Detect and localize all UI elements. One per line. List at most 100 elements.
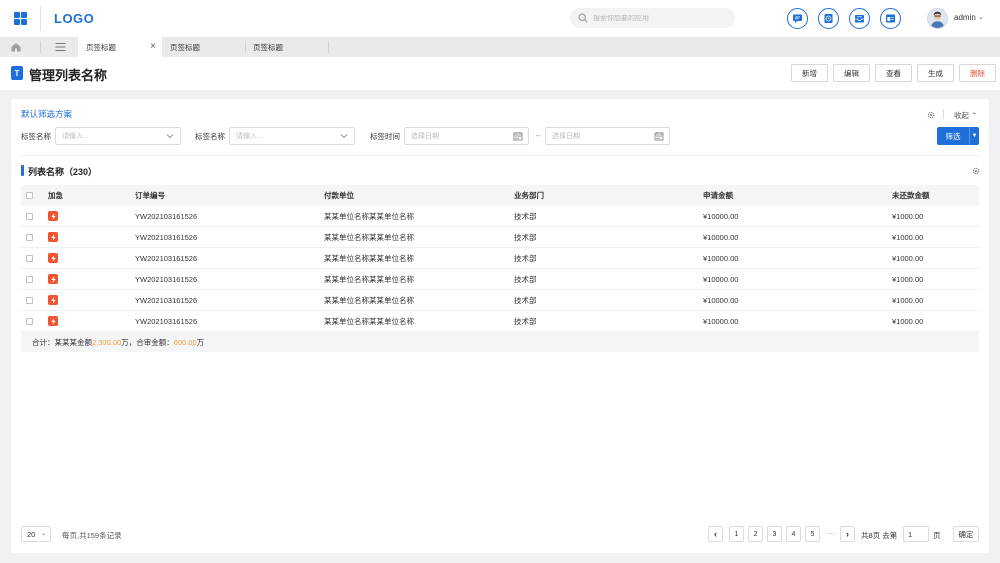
- page-button[interactable]: 1: [729, 526, 744, 542]
- table-cell-payer: 某某单位名称某某单位名称: [324, 253, 414, 263]
- edit-button[interactable]: 编辑: [833, 64, 870, 82]
- table-cell-order: YW202103161526: [135, 274, 198, 284]
- view-button[interactable]: 查看: [875, 64, 912, 82]
- gear-icon[interactable]: [972, 167, 980, 175]
- column-header: 付款单位: [324, 190, 354, 200]
- table-row[interactable]: YW202103161526 某某单位名称某某单位名称 技术部 ¥10000.00 ¥1…: [21, 227, 979, 248]
- avatar[interactable]: [927, 8, 948, 29]
- tag-name-select-1[interactable]: 请输入...: [55, 127, 181, 145]
- placeholder: 请输入...: [236, 133, 263, 140]
- table-row[interactable]: YW202103161526 某某单位名称某某单位名称 技术部 ¥10000.00 ¥1…: [21, 290, 979, 311]
- total-unit-1: 万，: [121, 337, 137, 347]
- page-size-select[interactable]: 20 ⌄: [21, 526, 51, 542]
- generate-button[interactable]: 生成: [917, 64, 954, 82]
- table-cell-apply: ¥10000.00: [703, 274, 739, 284]
- row-checkbox[interactable]: [26, 297, 33, 304]
- list-title: 列表名称（230）: [28, 167, 98, 177]
- menu-icon[interactable]: [55, 42, 66, 52]
- add-button[interactable]: 新增: [791, 64, 828, 82]
- divider: [40, 6, 41, 31]
- column-header: 业务部门: [514, 190, 544, 200]
- divider: [21, 155, 979, 156]
- placeholder: 选择日期: [552, 133, 580, 140]
- start-date-picker[interactable]: 选择日期: [404, 127, 529, 145]
- goto-page-input[interactable]: 1: [903, 526, 929, 542]
- total-label-2: 合审金额：: [136, 337, 174, 347]
- main-card: 默认筛选方案 收起 ⌃ 标签名称 请输入... 标签名称 请输入... 标签时间…: [11, 99, 989, 553]
- select-all-checkbox[interactable]: [26, 192, 33, 199]
- close-icon[interactable]: ×: [150, 41, 156, 52]
- window-icon[interactable]: [880, 8, 901, 29]
- page-button[interactable]: 4: [786, 526, 801, 542]
- tab-label: 页签标题: [86, 42, 116, 52]
- tab-page-2[interactable]: 页签标题: [162, 37, 245, 57]
- inbox-icon[interactable]: [849, 8, 870, 29]
- calendar-icon: [654, 132, 664, 141]
- table-body: YW202103161526 某某单位名称某某单位名称技术部 ¥10000.00 ¥1…: [21, 206, 979, 332]
- table-cell-unpaid: ¥1000.00: [892, 316, 924, 326]
- table-row[interactable]: YW202103161526 某某单位名称某某单位名称 技术部 ¥10000.00 ¥1…: [21, 248, 979, 269]
- table-row[interactable]: YW202103161526 某某单位名称某某单位名称 技术部 ¥10000.00 ¥1…: [21, 269, 979, 290]
- divider: [328, 41, 329, 53]
- page-ellipsis: ···: [827, 529, 835, 538]
- filter-dropdown-button[interactable]: ▼: [969, 127, 979, 145]
- table-cell-dept: 技术部: [514, 316, 537, 326]
- table-cell-dept: 技术部: [514, 295, 537, 305]
- lightning-icon: [48, 316, 58, 326]
- data-table: 加急 订单编号 付款单位 业务部门 申请金额 未还款金额 YW202103161…: [21, 185, 979, 332]
- delete-button[interactable]: 删除: [959, 64, 996, 82]
- page-unit: 页: [933, 531, 941, 540]
- tab-page-3[interactable]: 页签标题: [245, 37, 328, 57]
- table-cell-payer: 某某单位名称某某单位名称: [324, 211, 414, 221]
- clock-doc-icon[interactable]: [818, 8, 839, 29]
- table-row[interactable]: YW202103161526 某某单位名称某某单位名称 技术部 ¥10000.00 ¥1…: [21, 206, 979, 227]
- filter-scheme-title[interactable]: 默认筛选方案: [21, 108, 72, 120]
- search-box[interactable]: [570, 8, 735, 28]
- row-checkbox[interactable]: [26, 255, 33, 262]
- app-grid-icon[interactable]: [14, 12, 27, 25]
- message-icon[interactable]: [787, 8, 808, 29]
- collapse-toggle[interactable]: 收起 ⌃: [954, 110, 977, 121]
- page-button[interactable]: 5: [805, 526, 820, 542]
- chevron-left-icon: ‹: [714, 529, 717, 539]
- tab-page-1[interactable]: 页签标题 ×: [78, 37, 162, 57]
- table-cell-order: YW202103161526: [135, 316, 198, 326]
- prev-page-button[interactable]: ‹: [708, 526, 723, 542]
- page-button[interactable]: 3: [767, 526, 782, 542]
- filter-button[interactable]: 筛选: [937, 127, 969, 145]
- chevron-down-icon: [166, 134, 174, 139]
- table-cell-unpaid: ¥1000.00: [892, 211, 924, 221]
- user-name[interactable]: admin: [954, 13, 976, 22]
- search-input[interactable]: [593, 14, 733, 22]
- lightning-icon: [48, 295, 58, 305]
- chevron-down-icon: ⌄: [40, 531, 46, 537]
- gear-icon[interactable]: [927, 111, 935, 119]
- range-separator: –: [536, 131, 541, 140]
- table-cell-order: YW202103161526: [135, 211, 198, 221]
- page-button[interactable]: 2: [748, 526, 763, 542]
- table-cell-order: YW202103161526: [135, 232, 198, 242]
- table-cell-payer: 某某单位名称某某单位名称: [324, 232, 414, 242]
- filter-label: 标签名称: [21, 132, 51, 141]
- total-label-1: 某某某金额: [54, 337, 93, 347]
- row-checkbox[interactable]: [26, 318, 33, 325]
- chevron-down-icon[interactable]: ⌄: [978, 13, 984, 21]
- row-checkbox[interactable]: [26, 213, 33, 220]
- row-checkbox[interactable]: [26, 234, 33, 241]
- row-checkbox[interactable]: [26, 276, 33, 283]
- lightning-icon: [48, 274, 58, 284]
- tab-label: 页签标题: [170, 42, 200, 52]
- table-cell-apply: ¥10000.00: [703, 253, 739, 263]
- search-icon: [578, 13, 588, 23]
- confirm-button[interactable]: 确定: [953, 526, 979, 542]
- home-icon[interactable]: [10, 41, 22, 53]
- urgent-cell: [48, 206, 58, 226]
- table-row[interactable]: YW202103161526 某某单位名称某某单位名称 技术部 ¥10000.00 ¥1…: [21, 311, 979, 332]
- page-header: T 管理列表名称 新增 编辑 查看 生成 删除: [0, 57, 1000, 90]
- next-page-button[interactable]: ›: [840, 526, 855, 542]
- end-date-picker[interactable]: 选择日期: [545, 127, 670, 145]
- page-title: 管理列表名称: [29, 68, 108, 83]
- tag-name-select-2[interactable]: 请输入...: [229, 127, 355, 145]
- filter-label: 标签名称: [195, 132, 225, 141]
- divider: [40, 41, 41, 53]
